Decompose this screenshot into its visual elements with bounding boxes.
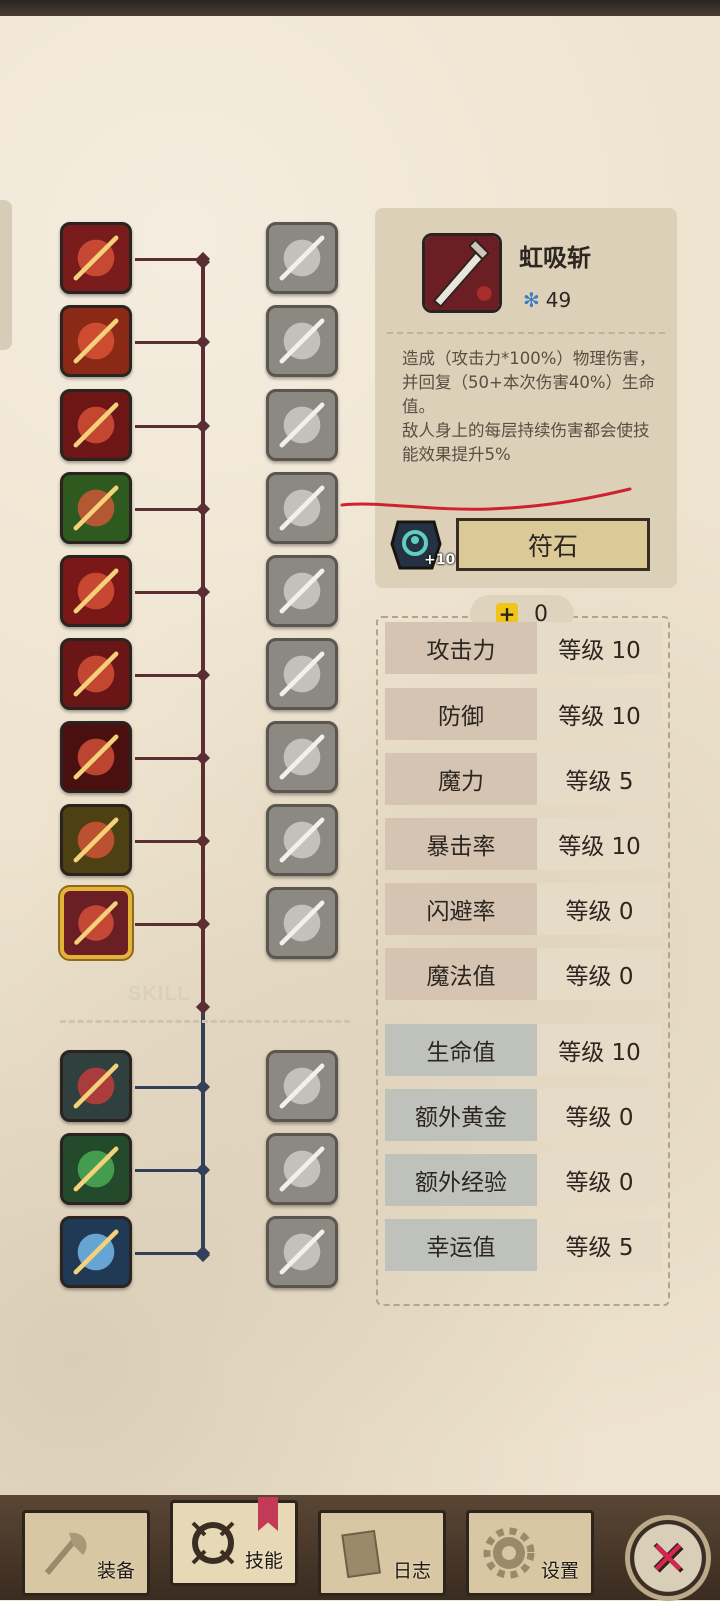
stat-name: 攻击力 (385, 622, 537, 674)
stat-row[interactable]: 魔力 等级 5 (385, 753, 662, 805)
stat-name: 魔法值 (385, 948, 537, 1000)
stat-name: 幸运值 (385, 1219, 537, 1271)
detail-separator (387, 332, 665, 334)
skill-cost: ✻ 49 (523, 288, 571, 312)
side-pull-tab[interactable] (0, 200, 12, 350)
vortex-icon[interactable] (266, 804, 338, 876)
stat-row[interactable]: 幸运值 等级 5 (385, 1219, 662, 1271)
siphon-sword-icon[interactable] (60, 887, 132, 959)
stat-name: 防御 (385, 688, 537, 740)
spirit-figure-icon[interactable] (60, 1216, 132, 1288)
stat-level: 等级 0 (537, 1154, 662, 1206)
tab-skills[interactable]: 技能 (170, 1500, 298, 1586)
stat-row[interactable]: 攻击力 等级 10 (385, 622, 662, 674)
skill-vortex-icon (191, 1521, 235, 1565)
tab-equipment-label: 装备 (96, 1560, 135, 1582)
stat-level: 等级 10 (537, 688, 662, 740)
tab-settings-label: 设置 (540, 1560, 579, 1582)
rune-level: +10 (424, 552, 456, 568)
tab-skills-label: 技能 (244, 1550, 283, 1572)
top-edge (0, 0, 720, 16)
stat-row[interactable]: 防御 等级 10 (385, 688, 662, 740)
stat-name: 额外黄金 (385, 1089, 537, 1141)
sparkle-figure-icon[interactable] (266, 887, 338, 959)
golden-warrior-icon[interactable] (60, 804, 132, 876)
skill-name: 虹吸斩 (519, 244, 591, 272)
skill-cost-value: 49 (545, 288, 572, 312)
tab-journal-label: 日志 (392, 1560, 431, 1582)
dagger-icon[interactable] (60, 638, 132, 710)
skill-watermark: SKILL (128, 983, 191, 1005)
question-figure-icon[interactable] (266, 1216, 338, 1288)
stat-level: 等级 10 (537, 622, 662, 674)
fish-icon[interactable] (266, 721, 338, 793)
selected-skill-icon (422, 233, 502, 313)
muscle-flex-icon[interactable] (60, 472, 132, 544)
stat-level: 等级 5 (537, 753, 662, 805)
stat-row[interactable]: 生命值 等级 10 (385, 1024, 662, 1076)
chest-down-icon[interactable] (60, 1050, 132, 1122)
book-icon (341, 1529, 382, 1579)
gear-icon (483, 1527, 535, 1579)
tab-equipment[interactable]: 装备 (22, 1510, 150, 1596)
fire-dash-icon[interactable] (60, 305, 132, 377)
eye-burst-icon[interactable] (266, 638, 338, 710)
speed-runner-icon[interactable] (266, 472, 338, 544)
stat-row[interactable]: 额外经验 等级 0 (385, 1154, 662, 1206)
shadow-strike-icon[interactable] (60, 555, 132, 627)
gear-cost-icon: ✻ (523, 288, 540, 312)
stat-level: 等级 5 (537, 1219, 662, 1271)
blade-slash-icon[interactable] (60, 222, 132, 294)
lightning-fist-icon[interactable] (266, 305, 338, 377)
stat-name: 闪避率 (385, 883, 537, 935)
rune-button[interactable]: 符石 (456, 518, 650, 571)
skill-description: 造成（攻击力*100%）物理伤害，并回复（50+本次伤害40%）生命值。 敌人身… (402, 349, 656, 464)
rage-scream-icon[interactable] (60, 389, 132, 461)
axe-icon (44, 1532, 87, 1575)
stat-level: 等级 0 (537, 948, 662, 1000)
eye-chest-open-icon[interactable] (266, 1133, 338, 1205)
stat-name: 暴击率 (385, 818, 537, 870)
stat-name: 魔力 (385, 753, 537, 805)
shield-cross-icon[interactable] (266, 222, 338, 294)
stat-level: 等级 10 (537, 818, 662, 870)
thunder-icon[interactable] (266, 389, 338, 461)
skill-tree-trunk-upper (201, 255, 205, 1005)
dust-cloud-icon[interactable] (266, 555, 338, 627)
stat-row[interactable]: 魔法值 等级 0 (385, 948, 662, 1000)
close-button[interactable]: ✕ (625, 1515, 711, 1601)
stat-name: 生命值 (385, 1024, 537, 1076)
stat-row[interactable]: 额外黄金 等级 0 (385, 1089, 662, 1141)
eye-chest-icon[interactable] (266, 1050, 338, 1122)
stat-level: 等级 10 (537, 1024, 662, 1076)
stat-row[interactable]: 闪避率 等级 0 (385, 883, 662, 935)
stat-name: 额外经验 (385, 1154, 537, 1206)
ninja-icon[interactable] (60, 721, 132, 793)
stat-row[interactable]: 暴击率 等级 10 (385, 818, 662, 870)
tree-divider (60, 1020, 350, 1023)
chest-hand-icon[interactable] (60, 1133, 132, 1205)
stat-level: 等级 0 (537, 1089, 662, 1141)
tab-settings[interactable]: 设置 (466, 1510, 594, 1596)
stat-level: 等级 0 (537, 883, 662, 935)
tab-journal[interactable]: 日志 (318, 1510, 446, 1596)
skill-tree-trunk-lower (201, 1005, 205, 1253)
close-icon: ✕ (648, 1531, 688, 1585)
